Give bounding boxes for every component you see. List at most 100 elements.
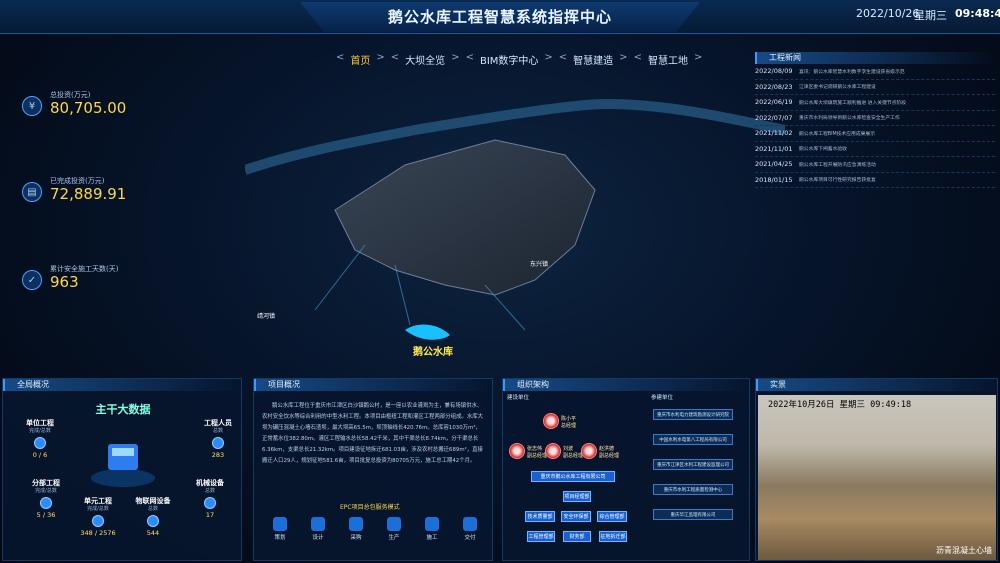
news-text: 鹅公水库工程开展防汛应急演练活动 <box>799 162 876 168</box>
partner-unit[interactable]: 重庆市江津区水利工程建设监理公司 <box>653 459 733 470</box>
news-item[interactable]: 2021/04/25 鹅公水库工程开展防汛应急演练活动 <box>755 157 995 173</box>
epc-step-label: 策划 <box>274 535 286 541</box>
node-icon <box>34 437 46 449</box>
person-name-text: 刘波 <box>563 446 574 452</box>
news-text: 鹅公水库大坝填筑施工顺利推进 进入关键节点阶段 <box>799 100 907 106</box>
person-name-text: 赵洪德 <box>599 446 615 452</box>
epc-step-icon <box>387 517 401 531</box>
epc-step[interactable]: 策划 <box>268 517 292 541</box>
partner-unit[interactable]: 重庆市水利工程质量检测中心 <box>653 484 733 495</box>
person-role: 总经理 <box>561 423 577 429</box>
dashboard-stage: 鹅公水库工程智慧系统指挥中心 2022/10/26 星期三 09:48:43 <… <box>0 0 1000 563</box>
panel-title: 组织架构 <box>503 379 749 391</box>
nav-separator: > <box>619 52 628 63</box>
news-item[interactable]: 2021/11/01 鹅公水库下闸蓄水验收 <box>755 142 995 157</box>
org-node[interactable]: 财务部 <box>563 531 591 542</box>
map-label-dongxing: 东兴镇 <box>530 260 548 268</box>
nav-separator: < <box>390 52 400 63</box>
live-timestamp: 2022年10月26日 星期三 09:49:18 <box>768 400 912 410</box>
epc-step-label: 交付 <box>464 535 476 541</box>
terrain-map[interactable]: 鹅公水库 东兴镇 靖河镇 <box>245 80 785 370</box>
person-name-text: 陈小平 <box>561 416 577 422</box>
nav-separator: < <box>465 52 474 63</box>
person-avatar[interactable] <box>581 443 597 459</box>
news-item[interactable]: 2018/01/15 鹅公水库项目可行性研究报告获批复 <box>755 173 995 188</box>
epc-step-label: 采购 <box>350 535 362 541</box>
news-panel: 工程新闻 2022/08/09 喜讯：鹅公水库智慧水利数字孪生建设获省级示范 202… <box>755 52 995 202</box>
kpi-safety-days: ✓ 累计安全施工天数(天) 963 <box>22 264 182 298</box>
node-subtitle: 完成/总数 <box>35 488 57 494</box>
epc-step[interactable]: 施工 <box>420 517 444 541</box>
news-date: 2022/08/23 <box>755 82 793 91</box>
terrain-region <box>334 139 596 296</box>
big-data-title: 主干大数据 <box>95 403 151 416</box>
news-item[interactable]: 2022/07/07 重庆市水利局领导到鹅公水库检查安全生产工作 <box>755 111 995 126</box>
tab-builder[interactable]: 建设单位 <box>507 393 529 401</box>
node-subtitle: 总数 <box>147 506 158 512</box>
node-title: 物联网设备 <box>135 497 171 505</box>
news-item[interactable]: 2022/08/23 江津区委书记调研鹅公水库工程建设 <box>755 80 995 95</box>
live-camera-view[interactable]: 2022年10月26日 星期三 09:49:18 沥青混凝土心墙 <box>758 395 996 560</box>
header-weekday: 星期三 <box>914 9 947 22</box>
partner-unit[interactable]: 中国水利水电第八工程局有限公司 <box>653 434 733 445</box>
org-panel: 组织架构 建设单位 参建单位 陈小平 总经理 张志伟 副总经理 刘波 副总经理 赵洪德 副总经… <box>502 378 750 561</box>
partner-unit[interactable]: 重庆华江监理有限公司 <box>653 509 733 520</box>
live-panel: 实景 2022年10月26日 星期三 09:49:18 沥青混凝土心墙 <box>755 378 998 561</box>
live-caption: 沥青混凝土心墙 <box>936 546 992 555</box>
nav-item[interactable]: 智慧建造 <box>573 52 613 68</box>
partner-unit[interactable]: 重庆市水利电力建筑勘测设计研究院 <box>653 409 733 420</box>
person-avatar[interactable] <box>509 443 525 459</box>
panel-title: 实景 <box>756 379 997 391</box>
kpi-value: 72,889.91 <box>50 185 127 203</box>
node-icon <box>92 515 104 527</box>
org-node[interactable]: 安全环保部 <box>561 511 591 522</box>
nav-item[interactable]: 大坝全览 <box>405 52 445 68</box>
nav-separator: < <box>633 52 642 63</box>
project-panel: 项目概况 鹅公水库工程位于重庆市江津区白沙镇鹅公村，是一座以农业灌溉为主，兼有场… <box>253 378 493 561</box>
node-icon <box>204 497 216 509</box>
nav-item[interactable]: 首页 <box>350 52 370 68</box>
node-subtitle: 总数 <box>212 428 223 434</box>
panel-title: 项目概况 <box>254 379 492 391</box>
epc-step[interactable]: 交付 <box>458 517 482 541</box>
news-text: 江津区委书记调研鹅公水库工程建设 <box>799 85 876 91</box>
overview-node: 机械设备 总数 17 <box>185 479 235 519</box>
epc-step-icon <box>311 517 325 531</box>
header-date: 2022/10/26 <box>856 7 920 20</box>
panel-title: 全局概况 <box>3 379 241 391</box>
kpi-value: 80,705.00 <box>50 99 127 117</box>
project-description: 鹅公水库工程位于重庆市江津区白沙镇鹅公村，是一座以农业灌溉为主，兼有场镇供水、农… <box>262 403 484 464</box>
epc-step[interactable]: 设计 <box>306 517 330 541</box>
header-clock: 09:48:43 <box>955 7 1000 20</box>
tab-partners[interactable]: 参建单位 <box>651 393 673 401</box>
person-avatar[interactable] <box>545 443 561 459</box>
epc-step-icon <box>273 517 287 531</box>
org-node[interactable]: 综合管理部 <box>597 511 627 522</box>
org-node[interactable]: 重庆市鹅公水库工程有限公司 <box>531 471 615 482</box>
node-icon <box>147 515 159 527</box>
node-title: 单位工程 <box>26 419 54 427</box>
person-role: 副总经理 <box>527 453 548 459</box>
page-title: 鹅公水库工程智慧系统指挥中心 <box>300 2 700 32</box>
news-item[interactable]: 2021/11/02 鹅公水库工程BIM技术应用成果展示 <box>755 126 995 142</box>
overview-node: 物联网设备 总数 544 <box>128 497 178 537</box>
header-bar: 鹅公水库工程智慧系统指挥中心 2022/10/26 星期三 09:48:43 <box>0 0 1000 34</box>
person-role: 副总经理 <box>563 453 584 459</box>
org-node[interactable]: 征地拆迁部 <box>599 531 627 542</box>
org-node[interactable]: 工程管理部 <box>527 531 555 542</box>
overview-node: 分部工程 完成/总数 5 / 36 <box>21 479 71 519</box>
epc-step[interactable]: 采购 <box>344 517 368 541</box>
news-text: 喜讯：鹅公水库智慧水利数字孪生建设获省级示范 <box>799 69 905 75</box>
person-avatar[interactable] <box>543 413 559 429</box>
epc-step[interactable]: 生产 <box>382 517 406 541</box>
news-text: 鹅公水库下闸蓄水验收 <box>799 147 847 153</box>
news-item[interactable]: 2022/06/19 鹅公水库大坝填筑施工顺利推进 进入关键节点阶段 <box>755 95 995 111</box>
data-hub-graphic <box>91 444 155 487</box>
person-name: 陈小平 总经理 <box>561 415 601 429</box>
org-node[interactable]: 技术质量部 <box>525 511 555 522</box>
org-node[interactable]: 项目经理部 <box>563 491 591 502</box>
nav-item[interactable]: 智慧工地 <box>648 52 688 68</box>
nav-item[interactable]: BIM数字中心 <box>480 52 538 68</box>
news-item[interactable]: 2022/08/09 喜讯：鹅公水库智慧水利数字孪生建设获省级示范 <box>755 64 995 80</box>
epc-step-label: 生产 <box>388 535 400 541</box>
